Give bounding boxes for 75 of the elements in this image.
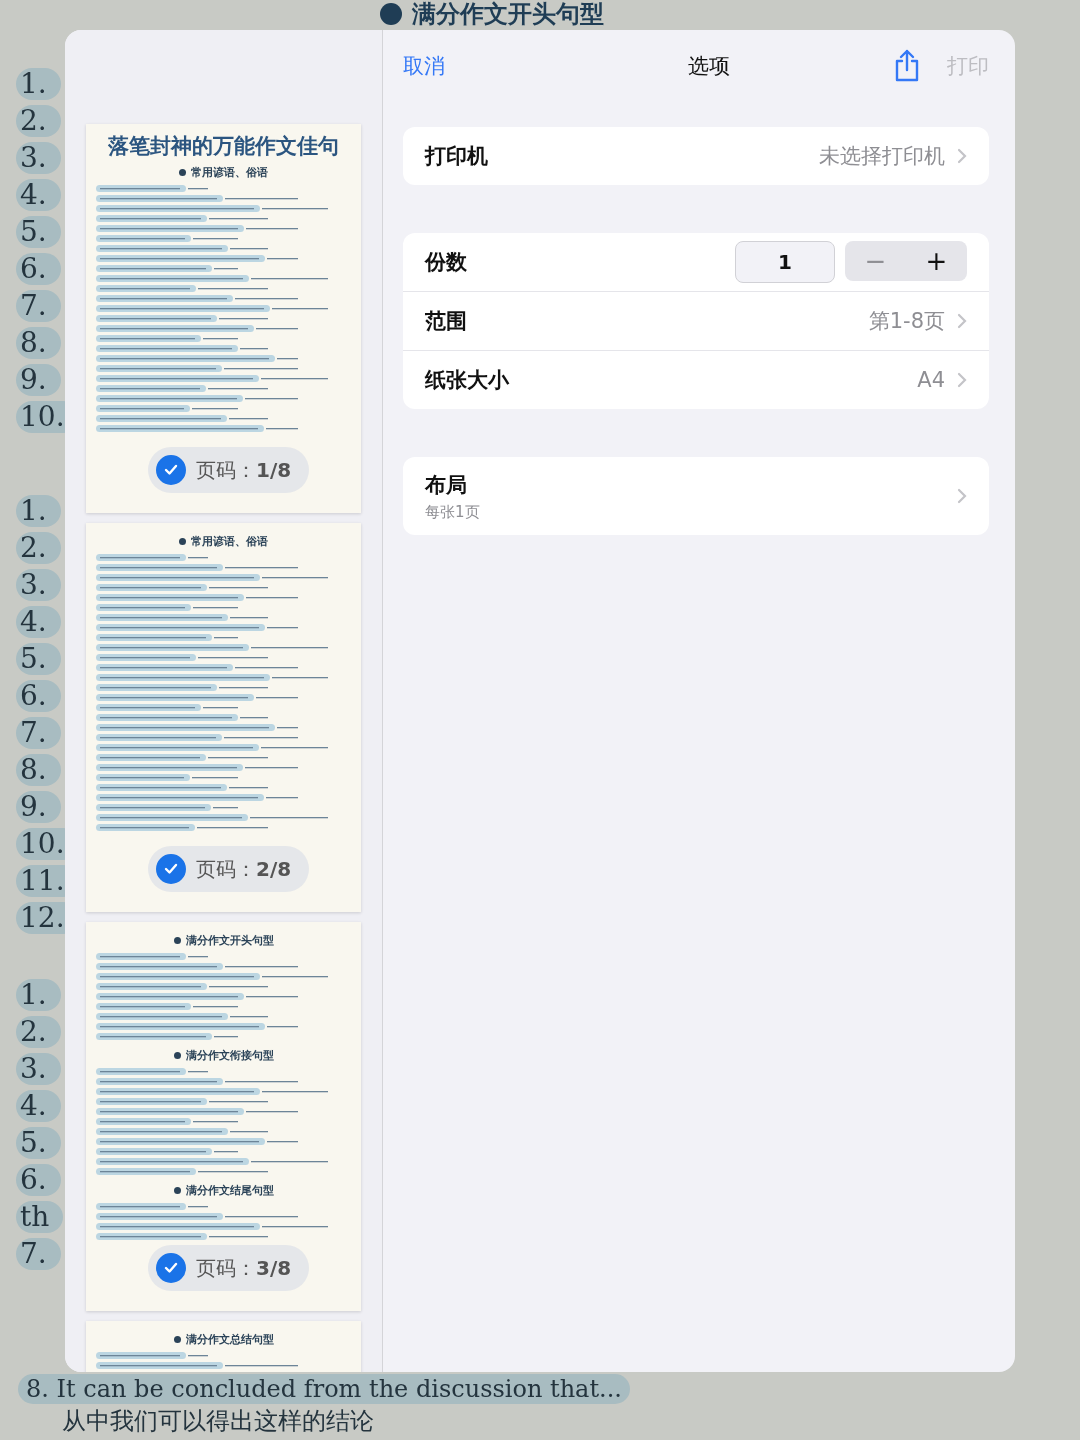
note-item: 1.: [16, 979, 61, 1011]
row-label: 范围: [425, 308, 468, 335]
page-preview[interactable]: 满分作文总结句型: [86, 1321, 361, 1372]
note-item: 3.: [16, 569, 61, 601]
note-item: 6.: [16, 253, 61, 285]
row-label: 布局: [425, 471, 468, 499]
note-item: 4.: [16, 1090, 61, 1122]
note-item: 5.: [16, 643, 61, 675]
note-item: th: [16, 1201, 64, 1233]
note-item: 2.: [16, 532, 61, 564]
printer-row[interactable]: 打印机 未选择打印机: [403, 127, 989, 185]
page-number-text: 页码：1/8: [196, 456, 292, 484]
note-line: 从中我们可以得出这样的结论: [61, 1406, 375, 1436]
section-heading: 满分作文开头句型: [185, 933, 274, 948]
checkmark-icon: [156, 854, 186, 884]
paper-size-row[interactable]: 纸张大小 A4: [403, 350, 989, 409]
section-heading: 满分作文衔接句型: [185, 1048, 274, 1063]
bullet-icon: [173, 1336, 181, 1343]
bullet-icon: [179, 538, 186, 545]
note-item: 9.: [16, 791, 61, 823]
note-item: 5.: [16, 216, 61, 248]
note-item: 5.: [16, 1127, 61, 1159]
note-item: 6.: [16, 1164, 61, 1196]
increment-button[interactable]: +: [906, 241, 967, 281]
bullet-icon: [173, 937, 181, 944]
page-preview[interactable]: 满分作文开头句型 满分作文衔接句型 满分作文结尾句型 页码：3/8: [86, 922, 361, 1311]
chevron-right-icon: [957, 488, 967, 504]
bullet-icon: [380, 3, 402, 25]
note-heading: 满分作文开头句型: [412, 0, 604, 28]
note-item: 8.: [16, 327, 61, 359]
note-item: 2.: [16, 1016, 61, 1048]
note-item: 1.: [16, 68, 61, 100]
section-heading: 满分作文总结句型: [185, 1332, 274, 1347]
section-heading: 常用谚语、俗语: [191, 534, 268, 549]
page-preview[interactable]: 常用谚语、俗语 页码：2/8: [86, 523, 361, 912]
note-item: 7.: [16, 717, 61, 749]
row-label: 打印机: [425, 143, 489, 170]
note-item: 6.: [16, 680, 61, 712]
note-item: 4.: [16, 606, 61, 638]
cancel-button[interactable]: 取消: [403, 52, 445, 80]
note-item: 7.: [16, 290, 61, 322]
note-line: 8. It can be concluded from the discussion that...: [18, 1374, 630, 1404]
section-heading: 常用谚语、俗语: [191, 165, 268, 180]
dialog-title: 选项: [688, 53, 730, 80]
layout-row[interactable]: 布局 每张1页: [403, 457, 989, 535]
note-item: 9.: [16, 364, 61, 396]
row-label: 份数: [425, 249, 468, 276]
row-label: 纸张大小: [425, 367, 510, 394]
row-value: 未选择打印机: [819, 143, 945, 170]
checkmark-icon: [156, 455, 186, 485]
bullet-icon: [179, 169, 186, 176]
note-item: 1.: [16, 495, 61, 527]
row-subtitle: 每张1页: [425, 502, 481, 522]
section-heading: 满分作文结尾句型: [185, 1183, 274, 1198]
row-value: 第1-8页: [868, 308, 945, 335]
note-item: 4.: [16, 179, 61, 211]
page-preview[interactable]: 落笔封神的万能作文佳句 常用谚语、俗语 页码：1/8: [86, 124, 361, 513]
note-item: 3.: [16, 1053, 61, 1085]
note-item: 3.: [16, 142, 61, 174]
note-item: 8.: [16, 754, 61, 786]
chevron-right-icon: [957, 148, 967, 164]
page-number-text: 页码：2/8: [196, 855, 292, 883]
checkmark-icon: [156, 1253, 186, 1283]
bullet-icon: [173, 1052, 181, 1059]
copies-field[interactable]: 1: [735, 241, 835, 283]
chevron-right-icon: [957, 372, 967, 388]
page-number-text: 页码：3/8: [196, 1254, 292, 1282]
row-value: A4: [917, 368, 945, 392]
document-title: 落笔封神的万能作文佳句: [107, 132, 340, 160]
share-icon[interactable]: [893, 49, 921, 83]
range-row[interactable]: 范围 第1-8页: [403, 291, 989, 350]
bullet-icon: [173, 1187, 181, 1194]
note-item: 2.: [16, 105, 61, 137]
note-item: 7.: [16, 1238, 61, 1270]
chevron-right-icon: [957, 313, 967, 329]
